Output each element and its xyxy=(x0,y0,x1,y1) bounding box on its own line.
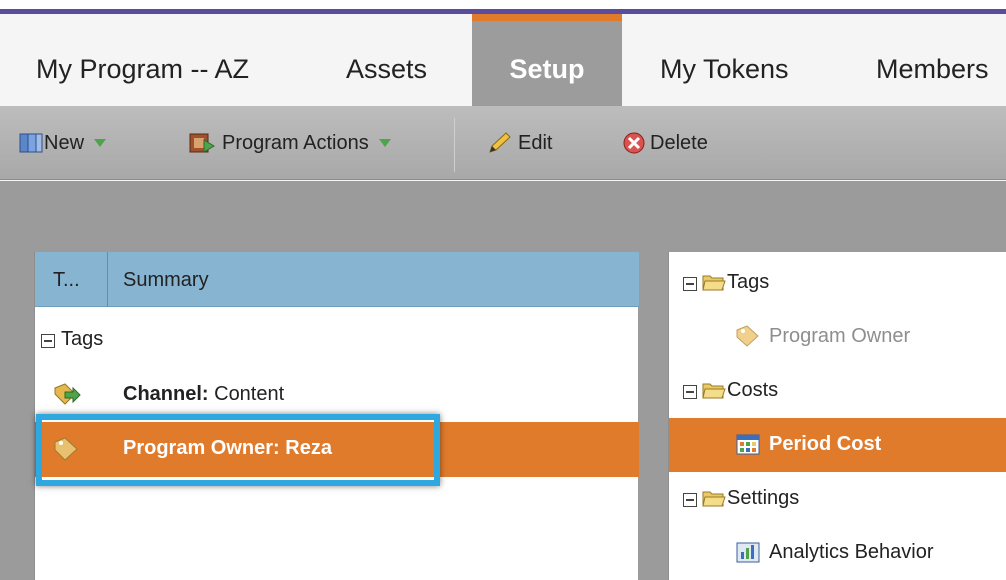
tree-label: Tags xyxy=(727,271,770,293)
calendar-grid-icon xyxy=(736,434,760,455)
edit-label: Edit xyxy=(518,131,553,154)
tab-members[interactable]: Members xyxy=(876,14,989,106)
folder-icon xyxy=(702,383,726,399)
program-actions-label: Program Actions xyxy=(222,131,369,154)
tree-node-program-owner[interactable]: Program Owner xyxy=(669,310,1006,364)
analytics-icon xyxy=(736,542,760,563)
tree-node-analytics-behavior[interactable]: Analytics Behavior xyxy=(669,526,1006,580)
delete-label: Delete xyxy=(650,131,708,154)
collapse-icon[interactable] xyxy=(683,493,697,507)
tag-arrow-icon xyxy=(54,383,81,405)
program-actions-dropdown-icon xyxy=(378,139,391,147)
tree-node-period-cost[interactable]: Period Cost xyxy=(669,418,1006,472)
tree-label: Settings xyxy=(727,487,800,509)
toolbar-divider xyxy=(454,118,455,172)
collapse-icon[interactable] xyxy=(683,277,697,291)
collapse-icon[interactable] xyxy=(41,334,55,348)
edit-button[interactable]: Edit xyxy=(486,128,552,158)
tree-node-settings[interactable]: Settings xyxy=(669,472,1006,526)
group-label: Tags xyxy=(61,328,104,350)
grid-group-tags[interactable]: Tags xyxy=(35,313,639,368)
column-divider xyxy=(107,252,108,307)
delete-button[interactable]: Delete xyxy=(622,128,708,158)
row-value: Content xyxy=(208,383,285,405)
pencil-icon xyxy=(489,132,511,153)
new-label: New xyxy=(44,131,85,154)
tab-my-program[interactable]: My Program -- AZ xyxy=(36,14,249,106)
new-book-icon xyxy=(19,133,43,153)
tab-setup[interactable]: Setup xyxy=(472,14,622,106)
tree-label: Period Cost xyxy=(769,433,882,455)
tree-node-costs[interactable]: Costs xyxy=(669,364,1006,418)
tree-label: Analytics Behavior xyxy=(769,541,934,563)
delete-icon xyxy=(623,132,645,154)
row-summary: Channel: Content xyxy=(123,383,284,406)
folder-icon xyxy=(702,275,726,291)
app-header-strip xyxy=(0,0,1006,14)
tree-node-tags[interactable]: Tags xyxy=(669,256,1006,310)
column-header-summary[interactable]: Summary xyxy=(123,269,209,292)
tab-my-tokens[interactable]: My Tokens xyxy=(660,14,789,106)
folder-icon xyxy=(702,491,726,507)
grid-header: T... Summary xyxy=(35,252,639,307)
tab-assets[interactable]: Assets xyxy=(346,14,427,106)
tree-label: Program Owner xyxy=(769,325,911,347)
new-dropdown-icon xyxy=(94,139,107,147)
program-actions-icon xyxy=(189,133,215,153)
setup-tree: Tags Program Owner Costs Period Cost Set… xyxy=(668,252,1006,580)
toolbar: New Program Actions Edit Delete xyxy=(0,106,1006,180)
tab-bar: My Program -- AZ Assets Setup My Tokens … xyxy=(0,14,1006,106)
highlight-callout xyxy=(36,414,440,486)
tag-icon xyxy=(736,325,759,347)
collapse-icon[interactable] xyxy=(683,385,697,399)
program-actions-button[interactable]: Program Actions xyxy=(188,128,391,158)
tree-label: Costs xyxy=(727,379,779,401)
row-key: Channel: xyxy=(123,383,209,405)
new-button[interactable]: New xyxy=(18,128,107,158)
column-header-type[interactable]: T... xyxy=(53,269,80,292)
